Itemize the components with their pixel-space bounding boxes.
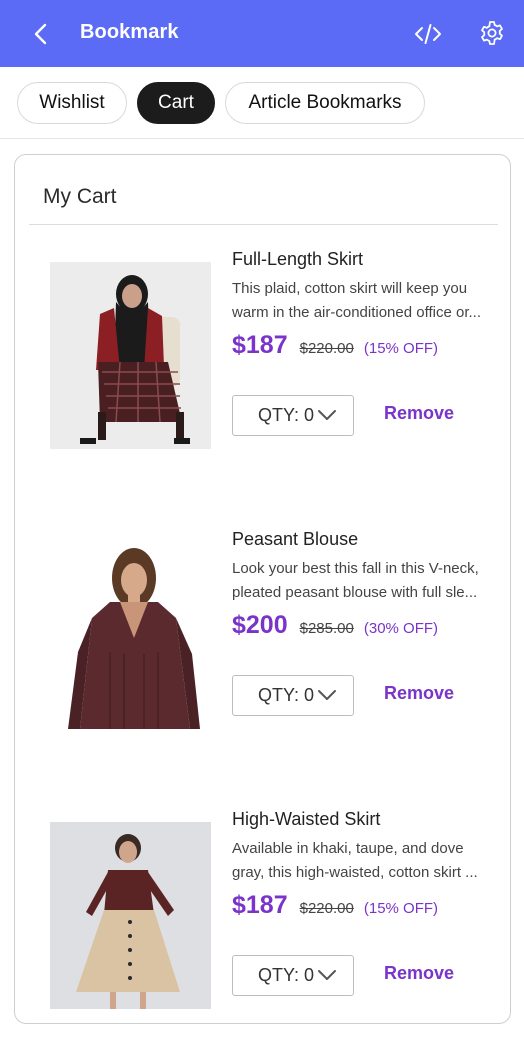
quantity-dropdown[interactable]: QTY: 0 (232, 955, 354, 996)
discount-label: (15% OFF) (363, 900, 439, 917)
tab-bar: Wishlist Cart Article Bookmarks (0, 67, 524, 139)
product-description: This plaid, cotton skirt will keep you w… (232, 277, 500, 325)
discount-label: (30% OFF) (363, 620, 439, 637)
price-row: $200 $285.00 (30% OFF) (232, 611, 438, 640)
description-line: gray, this high-waisted, cotton skirt ..… (232, 864, 478, 881)
chevron-down-icon (318, 970, 336, 980)
original-price: $220.00 (299, 900, 354, 917)
remove-button[interactable]: Remove (384, 963, 454, 984)
sale-price: $187 (232, 331, 288, 359)
description-line: Available in khaki, taupe, and dove (232, 840, 464, 857)
original-price: $220.00 (299, 340, 354, 357)
tab-cart[interactable]: Cart (137, 82, 215, 124)
description-line: pleated peasant blouse with full sle... (232, 584, 478, 601)
price-row: $187 $220.00 (15% OFF) (232, 331, 438, 360)
remove-button[interactable]: Remove (384, 683, 454, 704)
description-line: warm in the air-conditioned office or... (232, 304, 482, 321)
chevron-down-icon (318, 690, 336, 700)
product-image[interactable] (50, 262, 211, 449)
app-bar: Bookmark (0, 0, 524, 67)
price-row: $187 $220.00 (15% OFF) (232, 891, 438, 920)
divider (29, 224, 498, 225)
product-image[interactable] (50, 822, 211, 1009)
product-name[interactable]: Peasant Blouse (232, 529, 358, 550)
cart-item: Full-Length Skirt This plaid, cotton ski… (15, 249, 510, 499)
sale-price: $187 (232, 891, 288, 919)
sale-price: $200 (232, 611, 288, 639)
chevron-left-icon[interactable] (28, 20, 54, 48)
product-name[interactable]: Full-Length Skirt (232, 249, 363, 270)
tab-wishlist[interactable]: Wishlist (17, 82, 127, 124)
quantity-label: QTY: 0 (258, 405, 315, 425)
quantity-label: QTY: 0 (258, 685, 315, 705)
remove-button[interactable]: Remove (384, 403, 454, 424)
code-icon[interactable] (413, 20, 443, 48)
quantity-label: QTY: 0 (258, 965, 315, 985)
quantity-dropdown[interactable]: QTY: 0 (232, 395, 354, 436)
original-price: $285.00 (299, 620, 354, 637)
cart-card: My Cart Full-Length Skirt This plaid, co… (14, 154, 511, 1024)
cart-title: My Cart (43, 185, 117, 208)
gear-icon[interactable] (478, 19, 506, 47)
product-description: Available in khaki, taupe, and dove gray… (232, 837, 500, 885)
discount-label: (15% OFF) (363, 340, 439, 357)
cart-item: Peasant Blouse Look your best this fall … (15, 529, 510, 779)
cart-item: High-Waisted Skirt Available in khaki, t… (15, 809, 510, 1023)
quantity-dropdown[interactable]: QTY: 0 (232, 675, 354, 716)
description-line: Look your best this fall in this V-neck, (232, 560, 479, 577)
description-line: This plaid, cotton skirt will keep you (232, 280, 468, 297)
product-description: Look your best this fall in this V-neck,… (232, 557, 500, 605)
chevron-down-icon (318, 410, 336, 420)
product-image[interactable] (50, 542, 211, 729)
tab-article-bookmarks[interactable]: Article Bookmarks (225, 82, 425, 124)
page-title: Bookmark (80, 21, 179, 43)
product-name[interactable]: High-Waisted Skirt (232, 809, 380, 830)
